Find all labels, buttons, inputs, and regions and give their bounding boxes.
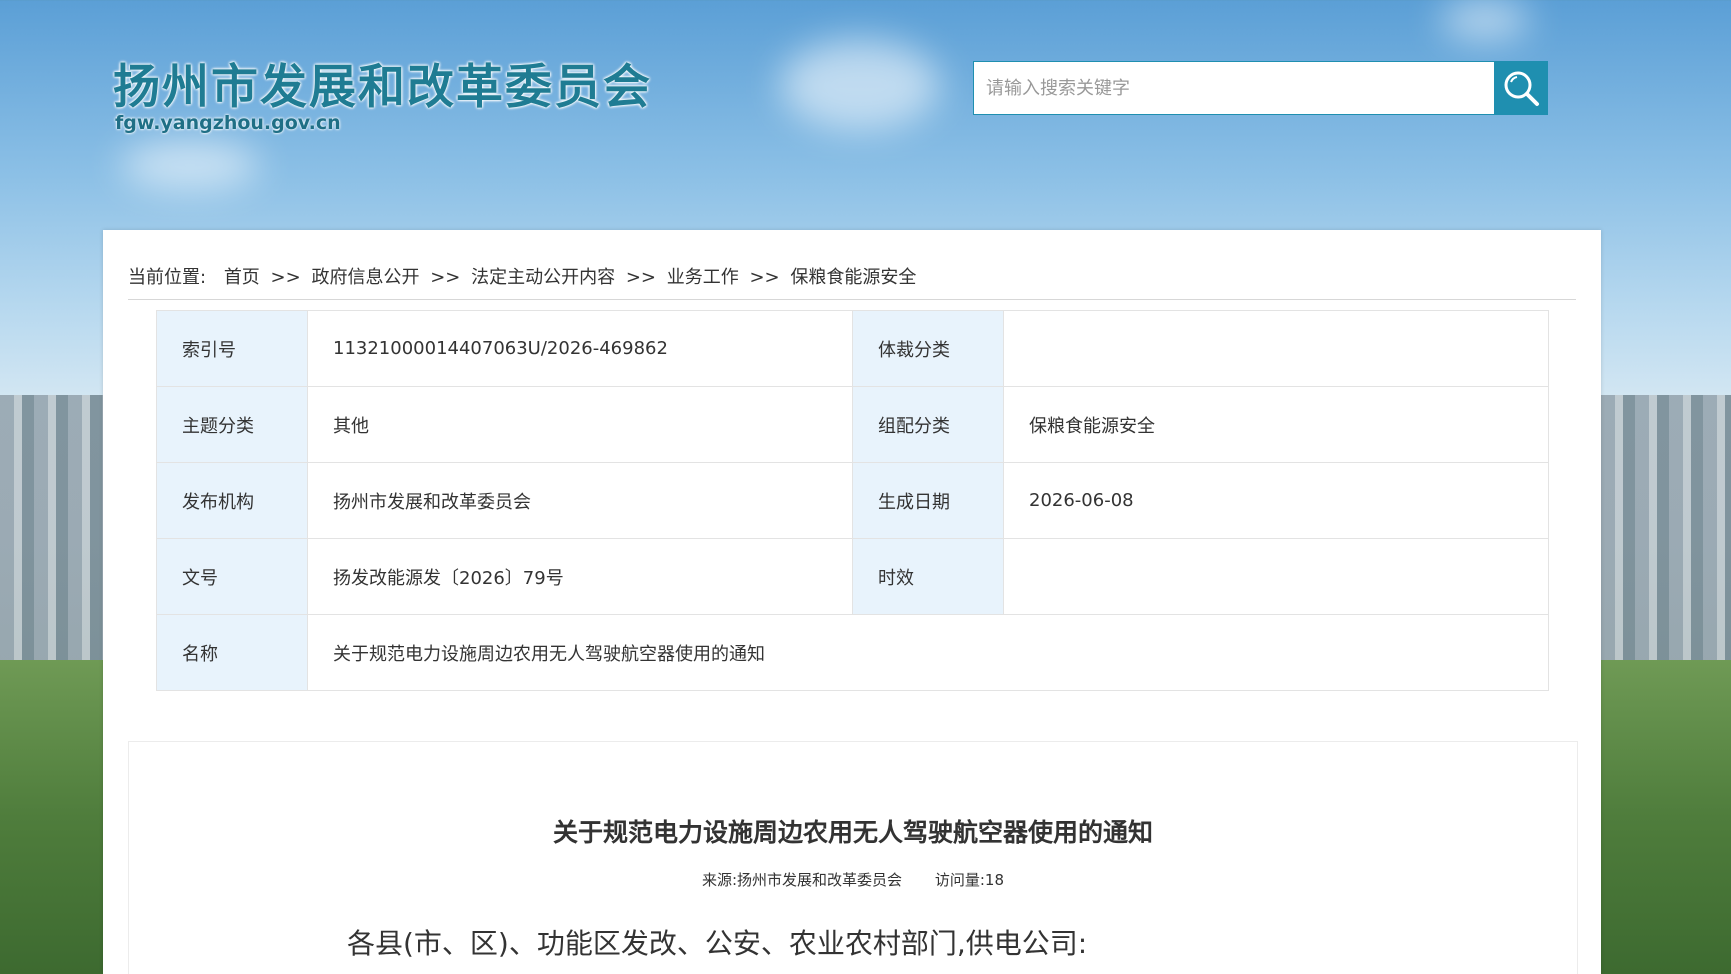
breadcrumb-item-home[interactable]: 首页: [224, 267, 260, 288]
breadcrumb-separator: >>: [625, 267, 656, 288]
search-box: [973, 61, 1548, 115]
topic-value: 其他: [307, 386, 853, 463]
table-row: 文号 扬发改能源发〔2026〕79号 时效: [156, 538, 1549, 615]
cloud-decoration: [780, 40, 940, 130]
name-label: 名称: [156, 614, 308, 691]
breadcrumb-item-statutory[interactable]: 法定主动公开内容: [471, 267, 615, 288]
genre-label: 体裁分类: [852, 310, 1004, 387]
table-row: 索引号 11321000014407063U/2026-469862 体裁分类: [156, 310, 1549, 387]
article-source: 来源:扬州市发展和改革委员会: [702, 871, 903, 889]
genre-value: [1003, 310, 1549, 387]
article-visit-count: 访问量:18: [934, 871, 1004, 889]
date-value: 2026-06-08: [1003, 462, 1549, 539]
search-button[interactable]: [1494, 61, 1548, 115]
article-title: 关于规范电力设施周边农用无人驾驶航空器使用的通知: [552, 818, 1153, 847]
docno-value: 扬发改能源发〔2026〕79号: [307, 538, 853, 615]
name-value: 关于规范电力设施周边农用无人驾驶航空器使用的通知: [307, 614, 1549, 691]
index-label: 索引号: [156, 310, 308, 387]
article-meta: 来源:扬州市发展和改革委员会 访问量:18: [129, 869, 1577, 890]
document-metadata-table: 索引号 11321000014407063U/2026-469862 体裁分类 …: [156, 310, 1549, 691]
search-icon: [1504, 71, 1539, 106]
breadcrumb: 当前位置: 首页 >> 政府信息公开 >> 法定主动公开内容 >> 业务工作 >…: [128, 263, 1576, 300]
breadcrumb-prefix: 当前位置:: [128, 267, 207, 288]
breadcrumb-item-gov-info[interactable]: 政府信息公开: [311, 267, 419, 288]
breadcrumb-separator: >>: [430, 267, 461, 288]
table-row: 发布机构 扬州市发展和改革委员会 生成日期 2026-06-08: [156, 462, 1549, 539]
date-label: 生成日期: [852, 462, 1004, 539]
breadcrumb-item-energy-security[interactable]: 保粮食能源安全: [790, 267, 916, 288]
docno-label: 文号: [156, 538, 308, 615]
article-body-first-line: 各县(市、区)、功能区发改、公安、农业农村部门,供电公司:: [347, 927, 1088, 960]
site-logo-title[interactable]: 扬州市发展和改革委员会: [113, 48, 652, 117]
validity-value: [1003, 538, 1549, 615]
cloud-decoration: [120, 140, 260, 190]
park-background-right: [1601, 660, 1731, 974]
issuer-label: 发布机构: [156, 462, 308, 539]
article-container: 关于规范电力设施周边农用无人驾驶航空器使用的通知 来源:扬州市发展和改革委员会 …: [128, 741, 1578, 974]
breadcrumb-separator: >>: [270, 267, 301, 288]
content-panel: 当前位置: 首页 >> 政府信息公开 >> 法定主动公开内容 >> 业务工作 >…: [103, 230, 1601, 974]
index-value: 11321000014407063U/2026-469862: [307, 310, 853, 387]
site-url: fgw.yangzhou.gov.cn: [115, 112, 341, 134]
park-background-left: [0, 660, 104, 974]
search-input[interactable]: [973, 61, 1494, 115]
table-row: 名称 关于规范电力设施周边农用无人驾驶航空器使用的通知: [156, 614, 1549, 691]
validity-label: 时效: [852, 538, 1004, 615]
issuer-value: 扬州市发展和改革委员会: [307, 462, 853, 539]
group-value: 保粮食能源安全: [1003, 386, 1549, 463]
topic-label: 主题分类: [156, 386, 308, 463]
cloud-decoration: [1440, 0, 1530, 40]
breadcrumb-separator: >>: [749, 267, 780, 288]
table-row: 主题分类 其他 组配分类 保粮食能源安全: [156, 386, 1549, 463]
breadcrumb-item-business[interactable]: 业务工作: [667, 267, 739, 288]
group-label: 组配分类: [852, 386, 1004, 463]
